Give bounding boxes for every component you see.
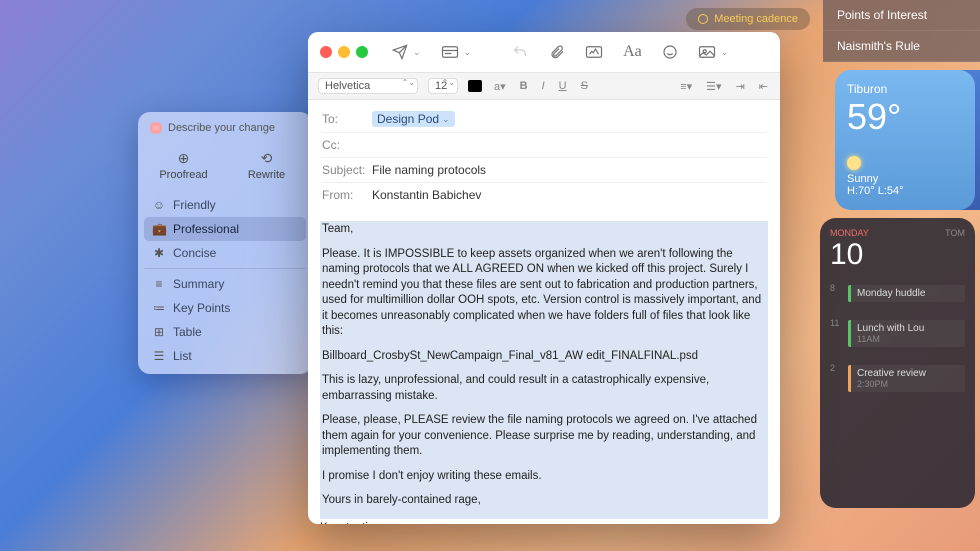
format-table[interactable]: ⊞Table <box>144 320 306 344</box>
from-field[interactable]: Konstantin Babichev <box>372 188 481 202</box>
weather-location: Tiburon <box>847 82 963 96</box>
format-icon: ≡ <box>152 277 166 291</box>
weather-condition: Sunny <box>847 173 878 185</box>
indent-left-icon[interactable]: ⇤ <box>757 80 770 93</box>
chevron-down-icon[interactable]: ⌄ <box>464 47 472 58</box>
format-icon: ⊞ <box>152 325 166 339</box>
sparkle-icon <box>150 122 162 134</box>
tone-concise[interactable]: ✱Concise <box>144 241 306 265</box>
format-icon: ≔ <box>152 301 166 315</box>
cc-label: Cc: <box>322 138 372 152</box>
circle-icon <box>698 14 708 24</box>
sun-icon <box>847 156 861 170</box>
close-button[interactable] <box>320 46 332 58</box>
format-icon[interactable]: Aa <box>623 43 642 61</box>
recipient-token[interactable]: Design Pod <box>372 111 455 127</box>
calendar-event[interactable]: Monday huddle <box>848 285 965 302</box>
message-body[interactable]: Team, Please. It is IMPOSSIBLE to keep a… <box>308 213 780 524</box>
reminder-item[interactable]: Naismith's Rule <box>823 31 980 62</box>
reply-icon[interactable] <box>511 44 529 60</box>
rewrite-icon: ⟲ <box>227 150 306 167</box>
reminder-pill[interactable]: Meeting cadence <box>686 8 810 30</box>
subject-label: Subject: <box>322 163 372 177</box>
calendar-tomorrow: TOM <box>945 228 965 272</box>
attach-icon[interactable] <box>549 44 565 60</box>
weather-hilo: H:70° L:54° <box>847 185 904 197</box>
calendar-event[interactable]: Lunch with Lou11AM <box>848 320 965 347</box>
list-icon[interactable]: ☰▾ <box>704 80 723 93</box>
bold-icon[interactable]: B <box>518 80 530 92</box>
send-icon[interactable] <box>392 44 408 60</box>
format-icon: ☰ <box>152 349 166 363</box>
reminder-pill-label: Meeting cadence <box>714 13 798 25</box>
align-icon[interactable]: ≡▾ <box>678 80 694 93</box>
italic-icon[interactable]: I <box>540 80 547 92</box>
zoom-button[interactable] <box>356 46 368 58</box>
chevron-down-icon[interactable]: ⌄ <box>721 47 729 58</box>
tone-icon: 💼 <box>152 222 166 236</box>
magnify-icon: ⊕ <box>144 150 223 167</box>
rewrite-button[interactable]: ⟲ Rewrite <box>227 142 306 189</box>
emoji-icon[interactable] <box>662 44 678 60</box>
strike-icon[interactable]: S <box>579 80 590 92</box>
reminders-widget: Points of Interest Naismith's Rule <box>823 0 980 62</box>
compose-window: ⌄ ⌄ Aa ⌄ Helvetica 12 a▾ B I U S ≡▾ <box>308 32 780 524</box>
calendar-day: MONDAY <box>830 228 869 238</box>
signature: Konstantin <box>320 521 768 524</box>
indent-right-icon[interactable]: ⇥ <box>734 80 747 93</box>
compose-headers: To: Design Pod Cc: Subject: File naming … <box>308 100 780 213</box>
weather-widget[interactable]: Tiburon 59° Sunny H:70° L:54° <box>835 70 975 210</box>
header-fields-icon[interactable] <box>441 45 459 59</box>
writing-tools-panel: Describe your change ⊕ Proofread ⟲ Rewri… <box>138 112 312 374</box>
chevron-down-icon[interactable]: ⌄ <box>413 47 421 58</box>
reminder-item[interactable]: Points of Interest <box>823 0 980 31</box>
underline-icon[interactable]: U <box>557 80 569 92</box>
calendar-widget[interactable]: MONDAY 10 TOM 8Monday huddle11Lunch with… <box>820 218 975 508</box>
tone-friendly[interactable]: ☺Friendly <box>144 193 306 217</box>
photo-icon[interactable] <box>698 45 716 59</box>
color-swatch[interactable] <box>468 80 482 92</box>
tone-professional[interactable]: 💼Professional <box>144 217 306 241</box>
subject-field[interactable]: File naming protocols <box>372 163 486 177</box>
format-key-points[interactable]: ≔Key Points <box>144 296 306 320</box>
size-select[interactable]: 12 <box>428 78 458 94</box>
from-label: From: <box>322 188 372 202</box>
format-summary[interactable]: ≡Summary <box>144 272 306 296</box>
titlebar: ⌄ ⌄ Aa ⌄ <box>308 32 780 72</box>
weather-temp: 59° <box>847 96 963 138</box>
to-label: To: <box>322 112 372 126</box>
selected-text: Team, Please. It is IMPOSSIBLE to keep a… <box>320 221 768 519</box>
proofread-button[interactable]: ⊕ Proofread <box>144 142 223 189</box>
tone-icon: ☺ <box>152 198 166 212</box>
writing-tools-prompt[interactable]: Describe your change <box>168 122 275 134</box>
format-bar: Helvetica 12 a▾ B I U S ≡▾ ☰▾ ⇥ ⇤ <box>308 72 780 100</box>
calendar-date: 10 <box>830 238 869 272</box>
markup-icon[interactable] <box>585 45 603 59</box>
font-select[interactable]: Helvetica <box>318 78 418 94</box>
text-color-icon[interactable]: a▾ <box>492 80 508 93</box>
minimize-button[interactable] <box>338 46 350 58</box>
format-list[interactable]: ☰List <box>144 344 306 368</box>
calendar-event[interactable]: Creative review2:30PM <box>848 365 965 392</box>
tone-icon: ✱ <box>152 246 166 260</box>
